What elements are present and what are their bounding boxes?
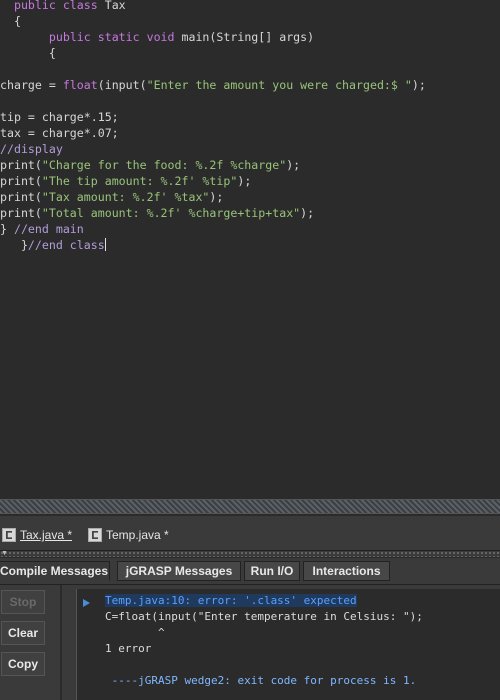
message-area: Temp.java:10: error: '.class' expected C…	[62, 585, 500, 700]
code-line[interactable]: public static void main(String[] args)	[0, 29, 426, 45]
tab-temp-java[interactable]: Temp.java *	[88, 524, 169, 546]
error-count: 1 error	[105, 642, 152, 655]
code-token: );	[286, 158, 301, 172]
code-token: {	[0, 14, 21, 28]
play-marker-icon	[83, 599, 90, 607]
code-token: print(	[0, 190, 42, 204]
error-caret: ^	[105, 626, 165, 639]
message-tab-bar: Compile Messages jGRASP Messages Run I/O…	[0, 558, 500, 585]
compile-output[interactable]: Temp.java:10: error: '.class' expected C…	[76, 589, 500, 700]
code-token: }	[0, 222, 14, 236]
code-token: print(	[0, 158, 42, 172]
code-token: //end class	[27, 238, 105, 252]
tab-label: Tax.java *	[20, 528, 73, 542]
code-line[interactable]	[0, 61, 426, 77]
tab-jgrasp-messages[interactable]: jGRASP Messages	[117, 561, 241, 581]
code-token: //end main	[13, 222, 84, 236]
tab-interactions[interactable]: Interactions	[303, 561, 390, 581]
code-token: "Charge for the food: %.2f %charge"	[41, 158, 287, 172]
code-token: Tax	[97, 0, 126, 12]
code-token: print(	[0, 174, 42, 188]
code-line[interactable]: {	[0, 45, 426, 61]
code-line[interactable]: //display	[0, 141, 426, 157]
file-tab-bar: Tax.java * Temp.java *	[0, 516, 500, 551]
code-line[interactable]: print("Charge for the food: %.2f %charge…	[0, 157, 426, 173]
collapse-arrow-icon[interactable]: ▼	[1, 550, 8, 557]
code-token: "Total amount: %.2f' %charge+tip+tax"	[41, 206, 301, 220]
code-token: public static void	[48, 30, 175, 44]
code-line[interactable]: {	[0, 13, 426, 29]
code-token: main(String[] args)	[174, 30, 315, 44]
code-line[interactable]: print("Tax amount: %.2f' %tax");	[0, 189, 426, 205]
copy-button[interactable]: Copy	[1, 652, 45, 676]
code-line[interactable]	[0, 93, 426, 109]
clear-button[interactable]: Clear	[1, 621, 45, 645]
code-token: "Tax amount: %.2f' %tax"	[41, 190, 210, 204]
tab-tax-java[interactable]: Tax.java *	[2, 524, 72, 546]
code-token: (input(	[97, 78, 147, 92]
code-line[interactable]: public class Tax	[0, 0, 426, 13]
java-file-icon	[88, 528, 102, 542]
code-line[interactable]: charge = float(input("Enter the amount y…	[0, 77, 426, 93]
code-token: tip = charge*.15;	[0, 110, 119, 124]
code-token: "The tip amount: %.2f' %tip"	[41, 174, 238, 188]
panel-splitter[interactable]: ▼	[0, 550, 500, 557]
code-token: );	[300, 206, 315, 220]
exit-code-message: ----jGRASP wedge2: exit code for process…	[105, 674, 417, 687]
code-token: print(	[0, 206, 42, 220]
text-cursor	[104, 238, 106, 251]
code-token: "Enter the amount you were charged:$ "	[146, 78, 412, 92]
code-editor[interactable]: public class Tax { public static void ma…	[0, 0, 500, 498]
horizontal-scrollbar[interactable]	[0, 499, 500, 514]
code-token: //display	[0, 142, 63, 156]
code-line[interactable]: } //end main	[0, 221, 426, 237]
code-token: }	[0, 238, 28, 252]
code-token: );	[411, 78, 426, 92]
code-line[interactable]: tip = charge*.15;	[0, 109, 426, 125]
source-code[interactable]: public class Tax { public static void ma…	[0, 0, 426, 253]
error-message[interactable]: Temp.java:10: error: '.class' expected	[105, 594, 357, 607]
java-file-icon	[2, 528, 16, 542]
code-token: tax = charge*.07;	[0, 126, 119, 140]
tab-run-io[interactable]: Run I/O	[244, 561, 300, 581]
code-token: );	[209, 190, 224, 204]
tab-label: Temp.java *	[106, 528, 169, 542]
code-token: public class	[13, 0, 98, 12]
code-token: {	[0, 46, 56, 60]
code-token: charge =	[0, 78, 63, 92]
tab-compile-messages[interactable]: Compile Messages	[0, 561, 110, 581]
code-token: float	[62, 78, 98, 92]
code-line[interactable]: tax = charge*.07;	[0, 125, 426, 141]
code-line[interactable]: print("The tip amount: %.2f' %tip");	[0, 173, 426, 189]
stop-button[interactable]: Stop	[1, 590, 45, 614]
code-line[interactable]: print("Total amount: %.2f' %charge+tip+t…	[0, 205, 426, 221]
code-token: );	[237, 174, 252, 188]
code-line[interactable]: }//end class	[0, 237, 426, 253]
error-source-line: C=float(input("Enter temperature in Cels…	[105, 610, 423, 623]
message-buttons: Stop Clear Copy	[0, 585, 60, 700]
